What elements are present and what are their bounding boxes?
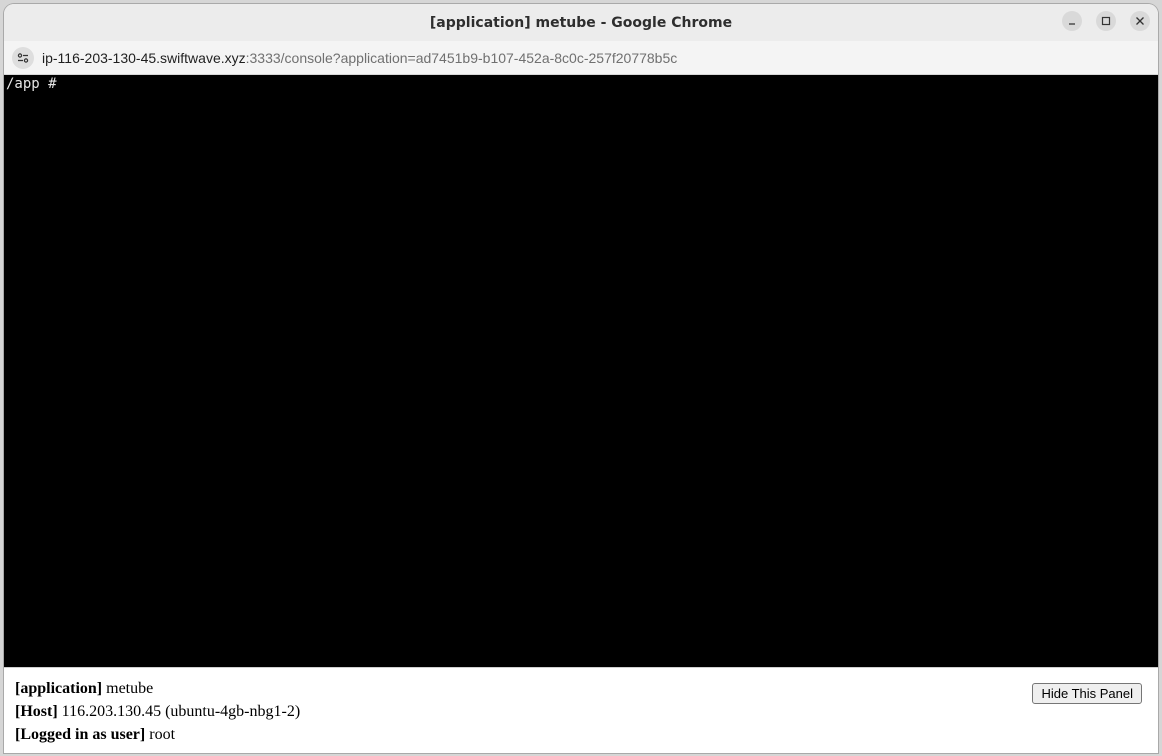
info-panel: [application] metube [Host] 116.203.130.… [4,667,1158,753]
host-label: [Host] [15,703,58,720]
site-info-button[interactable] [12,46,34,69]
application-value: metube [102,680,154,697]
browser-window: [application] metube - Google Chrome ip-… [4,4,1158,753]
panel-user-row: [Logged in as user] root [15,723,1147,746]
address-bar[interactable]: ip-116-203-130-45.swiftwave.xyz:3333/con… [4,41,1158,75]
minimize-button[interactable] [1062,11,1082,31]
url-text[interactable]: ip-116-203-130-45.swiftwave.xyz:3333/con… [42,50,677,66]
url-host: ip-116-203-130-45.swiftwave.xyz [42,49,246,66]
terminal-prompt: /app # [6,76,66,92]
user-value: root [145,726,176,743]
terminal-console[interactable]: /app # [4,75,1158,667]
application-label: [application] [15,680,103,697]
close-icon [1136,17,1144,25]
host-value: 116.203.130.45 (ubuntu-4gb-nbg1-2) [57,703,301,720]
minimize-icon [1069,23,1075,25]
window-controls [1062,11,1150,31]
close-button[interactable] [1130,11,1150,31]
hide-panel-button[interactable]: Hide This Panel [1032,683,1142,704]
panel-application-row: [application] metube [15,677,1147,700]
title-bar: [application] metube - Google Chrome [4,4,1158,41]
window-title: [application] metube - Google Chrome [429,14,733,31]
panel-host-row: [Host] 116.203.130.45 (ubuntu-4gb-nbg1-2… [15,700,1147,723]
url-path: :3333/console?application=ad7451b9-b107-… [245,49,678,66]
tune-icon [17,52,29,63]
maximize-button[interactable] [1096,11,1116,31]
maximize-icon [1101,16,1111,26]
user-label: [Logged in as user] [15,726,146,743]
